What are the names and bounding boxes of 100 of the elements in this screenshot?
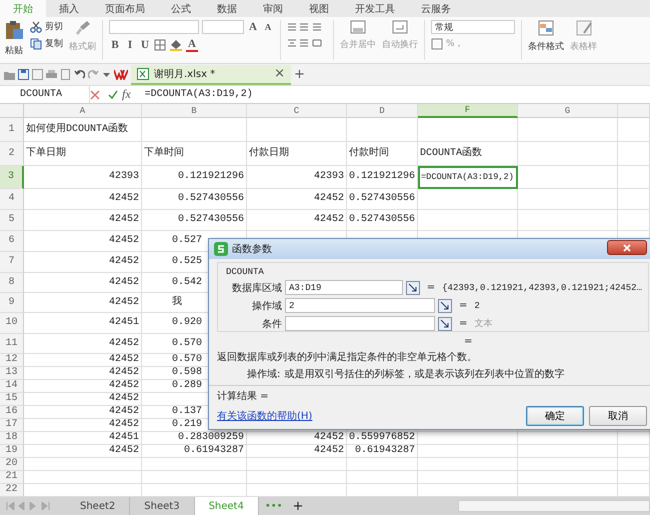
table-cell[interactable]: 42452 — [24, 419, 142, 432]
dropdown-icon[interactable] — [102, 70, 111, 79]
paste-button[interactable]: 粘贴 — [5, 44, 23, 57]
copy-button[interactable]: 复制 — [45, 37, 63, 50]
table-cell[interactable] — [518, 432, 618, 445]
ribbon-tab[interactable]: 视图 — [296, 0, 342, 17]
printer-icon[interactable] — [46, 69, 57, 80]
table-cell[interactable]: 42451 — [24, 432, 142, 445]
table-cell[interactable] — [618, 142, 650, 166]
table-cell[interactable]: 下单时间 — [142, 142, 247, 166]
table-cell[interactable]: 42452 — [24, 406, 142, 419]
table-cell[interactable] — [618, 445, 650, 458]
increase-font-button[interactable]: A — [247, 21, 259, 33]
fill-bucket-icon[interactable] — [169, 39, 183, 51]
font-size-field[interactable] — [202, 20, 244, 34]
table-cell[interactable]: 42452 — [24, 334, 142, 354]
argument-field[interactable]: 2 — [285, 298, 435, 313]
row-header[interactable]: 1 — [0, 118, 24, 142]
select-all-corner[interactable] — [0, 104, 24, 118]
table-cell[interactable] — [618, 432, 650, 445]
row-header[interactable]: 2 — [0, 142, 24, 166]
undo-icon[interactable] — [74, 69, 85, 80]
table-cell[interactable]: 42452 — [24, 293, 142, 313]
row-header[interactable]: 12 — [0, 354, 24, 367]
dialog-button[interactable]: 取消 — [589, 406, 647, 426]
table-cell[interactable] — [347, 458, 418, 471]
table-cell[interactable] — [142, 458, 247, 471]
app-logo-icon[interactable] — [114, 69, 128, 80]
table-cell[interactable]: 0.61943287 — [347, 445, 418, 458]
ribbon-tab[interactable]: 开发工具 — [342, 0, 408, 17]
argument-field[interactable] — [285, 316, 435, 331]
ribbon-tab[interactable]: 审阅 — [250, 0, 296, 17]
collapse-dialog-icon[interactable] — [406, 280, 420, 294]
table-cell[interactable] — [618, 118, 650, 142]
table-cell[interactable] — [142, 118, 247, 142]
table-cell[interactable] — [347, 471, 418, 484]
table-cell[interactable]: 42452 — [247, 210, 347, 231]
table-cell[interactable]: 42452 — [247, 445, 347, 458]
row-header[interactable]: 9 — [0, 293, 24, 313]
row-header[interactable]: 21 — [0, 471, 24, 484]
row-header[interactable]: 4 — [0, 189, 24, 210]
table-cell[interactable]: 付款日期 — [247, 142, 347, 166]
row-header[interactable]: 11 — [0, 334, 24, 354]
row-header[interactable]: 15 — [0, 393, 24, 406]
table-cell[interactable] — [24, 471, 142, 484]
dialog-button[interactable]: 确定 — [526, 406, 584, 426]
table-cell[interactable] — [618, 189, 650, 210]
table-cell[interactable]: 42452 — [24, 273, 142, 293]
ribbon-tab[interactable]: 数据 — [204, 0, 250, 17]
table-cell[interactable] — [518, 166, 618, 189]
table-cell[interactable] — [518, 471, 618, 484]
decrease-font-button[interactable]: A — [262, 22, 274, 32]
table-cell[interactable] — [518, 458, 618, 471]
table-cell[interactable]: 0.527430556 — [142, 189, 247, 210]
close-icon[interactable] — [623, 244, 631, 252]
row-header[interactable]: 20 — [0, 458, 24, 471]
table-cell[interactable] — [418, 189, 518, 210]
column-header[interactable]: B — [142, 104, 247, 118]
table-cell[interactable]: 42451 — [24, 313, 142, 334]
sheet-navigation-icon[interactable] — [6, 502, 50, 510]
column-header[interactable]: D — [347, 104, 418, 118]
table-cell[interactable] — [518, 210, 618, 231]
table-cell[interactable] — [418, 458, 518, 471]
table-cell[interactable]: 0.121921296 — [142, 166, 247, 189]
font-style-button[interactable]: U — [139, 39, 151, 51]
table-cell[interactable]: 42393 — [247, 166, 347, 189]
row-header[interactable]: 14 — [0, 380, 24, 393]
table-cell[interactable]: 42452 — [247, 189, 347, 210]
row-header[interactable]: 16 — [0, 406, 24, 419]
collapse-dialog-icon[interactable] — [438, 298, 452, 312]
table-cell[interactable] — [418, 445, 518, 458]
cut-button[interactable]: 剪切 — [45, 20, 63, 33]
border-icon[interactable] — [154, 39, 166, 51]
folder-icon[interactable] — [4, 70, 15, 80]
conditional-format-button[interactable]: 条件格式 — [528, 40, 564, 53]
table-cell[interactable] — [518, 142, 618, 166]
font-style-button[interactable]: I — [124, 39, 136, 51]
table-cell[interactable] — [618, 210, 650, 231]
row-header[interactable]: 17 — [0, 419, 24, 432]
row-header[interactable]: 13 — [0, 367, 24, 380]
copy-icon[interactable] — [30, 38, 42, 50]
table-cell[interactable] — [618, 471, 650, 484]
table-cell[interactable]: 42452 — [24, 380, 142, 393]
table-cell[interactable]: 42452 — [24, 445, 142, 458]
name-box[interactable]: DCOUNTA — [0, 86, 90, 103]
scissors-icon[interactable] — [30, 20, 42, 32]
column-header[interactable]: A — [24, 104, 142, 118]
ribbon-tab[interactable]: 云服务 — [408, 0, 464, 17]
row-header[interactable]: 10 — [0, 313, 24, 334]
row-header[interactable]: 3 — [0, 166, 24, 189]
table-cell[interactable] — [247, 471, 347, 484]
table-cell[interactable]: 0.527430556 — [347, 210, 418, 231]
table-cell[interactable] — [418, 471, 518, 484]
table-cell[interactable]: 0.527430556 — [142, 210, 247, 231]
table-cell[interactable]: 0.61943287 — [142, 445, 247, 458]
table-cell[interactable]: 如何使用DCOUNTA函数 — [24, 118, 142, 142]
row-header[interactable]: 22 — [0, 484, 24, 497]
number-format-dropdown[interactable]: 常规 — [431, 20, 515, 34]
table-cell[interactable]: 42452 — [247, 432, 347, 445]
table-cell[interactable] — [418, 210, 518, 231]
